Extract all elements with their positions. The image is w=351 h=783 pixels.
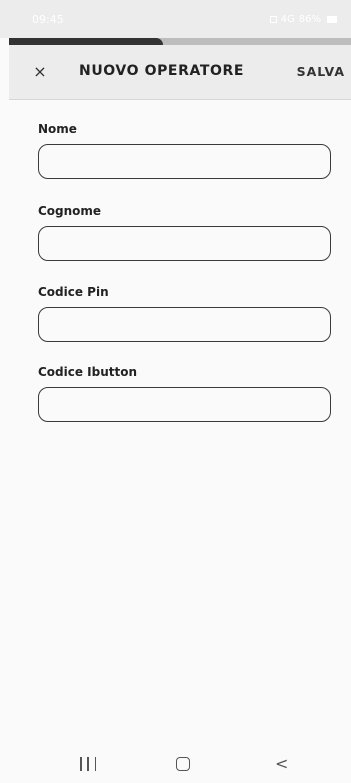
cognome-input[interactable] [38, 226, 331, 261]
codice-pin-input[interactable] [38, 307, 331, 342]
recents-icon[interactable] [80, 757, 96, 771]
field-label-codice-ibutton: Codice Ibutton [38, 365, 138, 379]
field-label-codice-pin: Codice Pin [38, 285, 109, 299]
battery-icon [327, 15, 337, 23]
home-icon[interactable] [176, 757, 190, 771]
field-nome: Nome [38, 122, 331, 179]
battery-label: 86% [298, 13, 321, 25]
page-title: NUOVO OPERATORE [79, 63, 245, 79]
close-button[interactable]: × [31, 61, 49, 83]
status-time: 09:45 [32, 12, 64, 26]
field-codice-pin: Codice Pin [38, 285, 331, 342]
back-icon[interactable]: < [275, 754, 288, 774]
status-bar: 09:45 4G 86% [0, 0, 351, 38]
field-label-nome: Nome [38, 122, 77, 136]
field-codice-ibutton: Codice Ibutton [38, 365, 331, 422]
network-label: 4G [280, 13, 295, 25]
progress-fill [9, 38, 163, 45]
navigation-bar: < [0, 745, 351, 783]
app-bar: × NUOVO OPERATORE SALVA [9, 45, 351, 100]
status-icons: 4G 86% [269, 13, 337, 25]
save-button[interactable]: SALVA [297, 64, 345, 79]
notification-icon [269, 15, 277, 23]
codice-ibutton-input[interactable] [38, 387, 331, 422]
nome-input[interactable] [38, 144, 331, 179]
screen: 09:45 4G 86% × NUOVO OPERATORE SALVA Nom… [0, 0, 351, 783]
field-cognome: Cognome [38, 204, 331, 261]
field-label-cognome: Cognome [38, 204, 102, 218]
